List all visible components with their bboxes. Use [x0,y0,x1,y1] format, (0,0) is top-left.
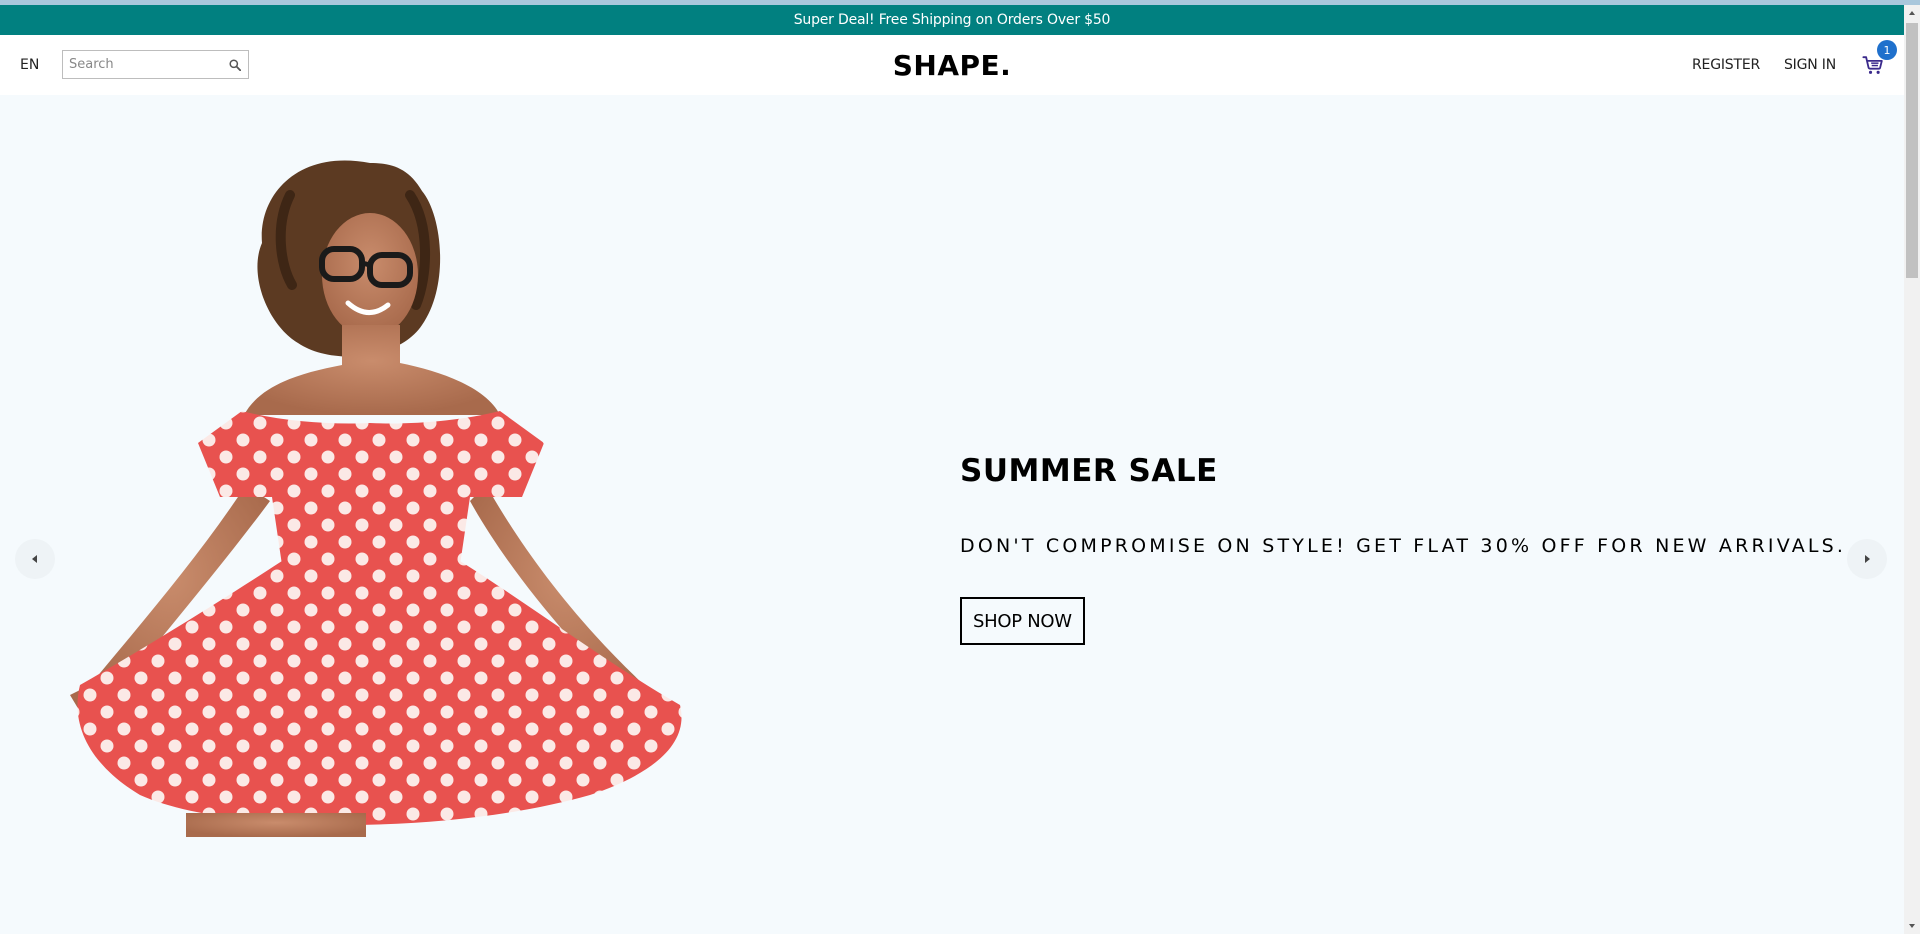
arrow-right-icon [1865,555,1870,563]
logo-container: SHAPE. [0,35,1904,95]
hero-title: SUMMER SALE [960,453,1218,489]
search-box[interactable] [62,50,249,79]
slider-next-button[interactable] [1847,539,1887,579]
signin-link[interactable]: SIGN IN [1784,57,1836,73]
announcement-bar: Super Deal! Free Shipping on Orders Over… [0,5,1904,35]
scroll-down-button[interactable] [1904,918,1920,934]
hero-subtitle: DON'T COMPROMISE ON STYLE! GET FLAT 30% … [960,535,1847,557]
page-scrollbar[interactable] [1904,5,1920,934]
scroll-thumb[interactable] [1906,23,1918,278]
shop-now-button[interactable]: SHOP NOW [960,597,1085,645]
language-selector[interactable]: EN [20,35,39,95]
site-logo[interactable]: SHAPE. [893,49,1012,82]
cart-count-badge: 1 [1877,40,1897,60]
scroll-up-button[interactable] [1904,5,1920,21]
nav-right: REGISTER SIGN IN 1 [1668,35,1897,95]
navbar: EN SHAPE. REGISTER SIGN IN 1 [0,35,1904,95]
scroll-up-icon [1909,11,1915,15]
announcement-text: Super Deal! Free Shipping on Orders Over… [793,12,1111,28]
scroll-down-icon [1909,924,1915,928]
hero-content: SUMMER SALE DON'T COMPROMISE ON STYLE! G… [960,453,1860,645]
cart-button[interactable]: 1 [1860,40,1897,78]
hero-image [70,160,682,837]
search-input[interactable] [69,57,228,72]
register-link[interactable]: REGISTER [1692,57,1760,73]
search-icon[interactable] [228,58,242,72]
hero-slider: SUMMER SALE DON'T COMPROMISE ON STYLE! G… [0,95,1904,934]
